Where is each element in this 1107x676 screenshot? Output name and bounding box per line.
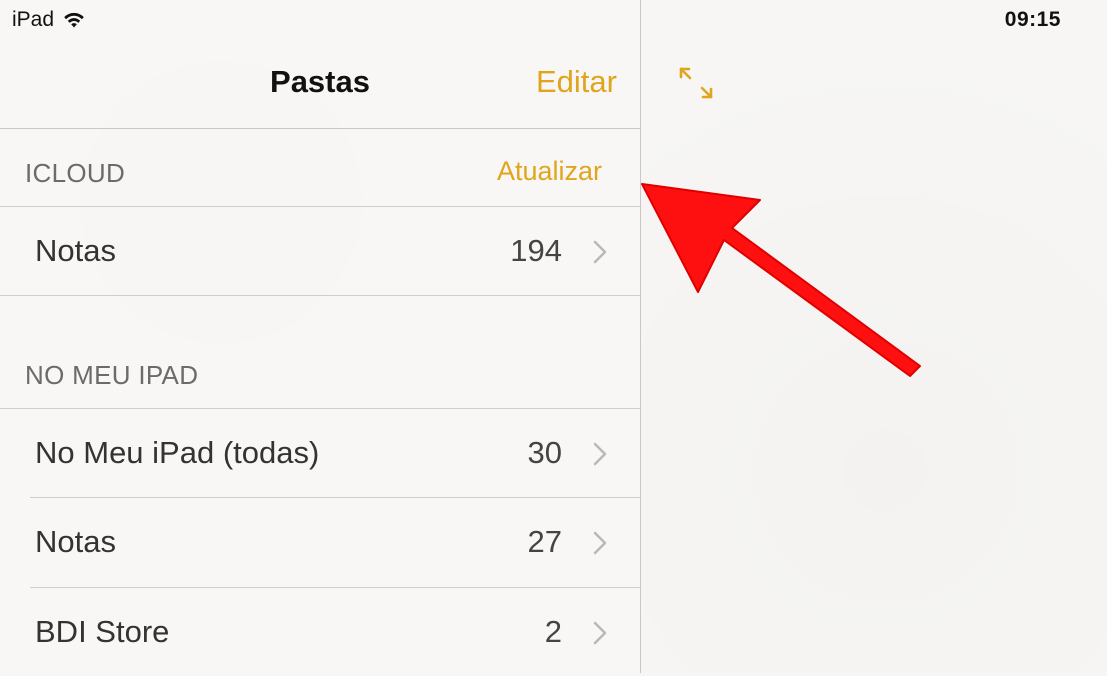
folder-row-on-my-ipad-all[interactable]: No Meu iPad (todas) 30	[0, 409, 640, 497]
folders-pane: iPad Pastas Editar ICLOUD Atualizar Nota…	[0, 0, 640, 673]
wifi-icon	[64, 12, 84, 28]
folder-name: BDI Store	[35, 614, 170, 649]
refresh-button[interactable]: Atualizar	[497, 156, 602, 187]
red-arrow-annotation	[641, 183, 921, 377]
folder-name: Notas	[35, 233, 116, 268]
chevron-right-icon	[593, 621, 607, 645]
section-header-on-my-ipad: NO MEU IPAD	[25, 360, 199, 390]
folder-count: 30	[527, 435, 562, 470]
device-name: iPad	[12, 8, 55, 31]
folder-row-notas[interactable]: Notas 27	[0, 498, 640, 586]
chevron-right-icon	[593, 531, 607, 555]
folder-row-bdi-store[interactable]: BDI Store 2	[0, 588, 640, 676]
folder-row-icloud-notas[interactable]: Notas 194	[0, 207, 640, 295]
expand-arrows-icon[interactable]	[676, 64, 716, 102]
folder-count: 27	[527, 524, 562, 559]
section-header-icloud: ICLOUD	[25, 158, 126, 188]
folder-count: 194	[510, 233, 562, 268]
chevron-right-icon	[593, 240, 607, 264]
status-bar-left: iPad	[12, 8, 86, 32]
edit-button[interactable]: Editar	[536, 64, 617, 100]
chevron-right-icon	[593, 442, 607, 466]
section-divider	[0, 295, 640, 296]
folder-count: 2	[544, 614, 562, 649]
nav-divider	[0, 128, 640, 129]
status-time: 09:15	[1004, 8, 1061, 31]
folder-name: Notas	[35, 524, 116, 559]
folder-name: No Meu iPad (todas)	[35, 435, 320, 470]
